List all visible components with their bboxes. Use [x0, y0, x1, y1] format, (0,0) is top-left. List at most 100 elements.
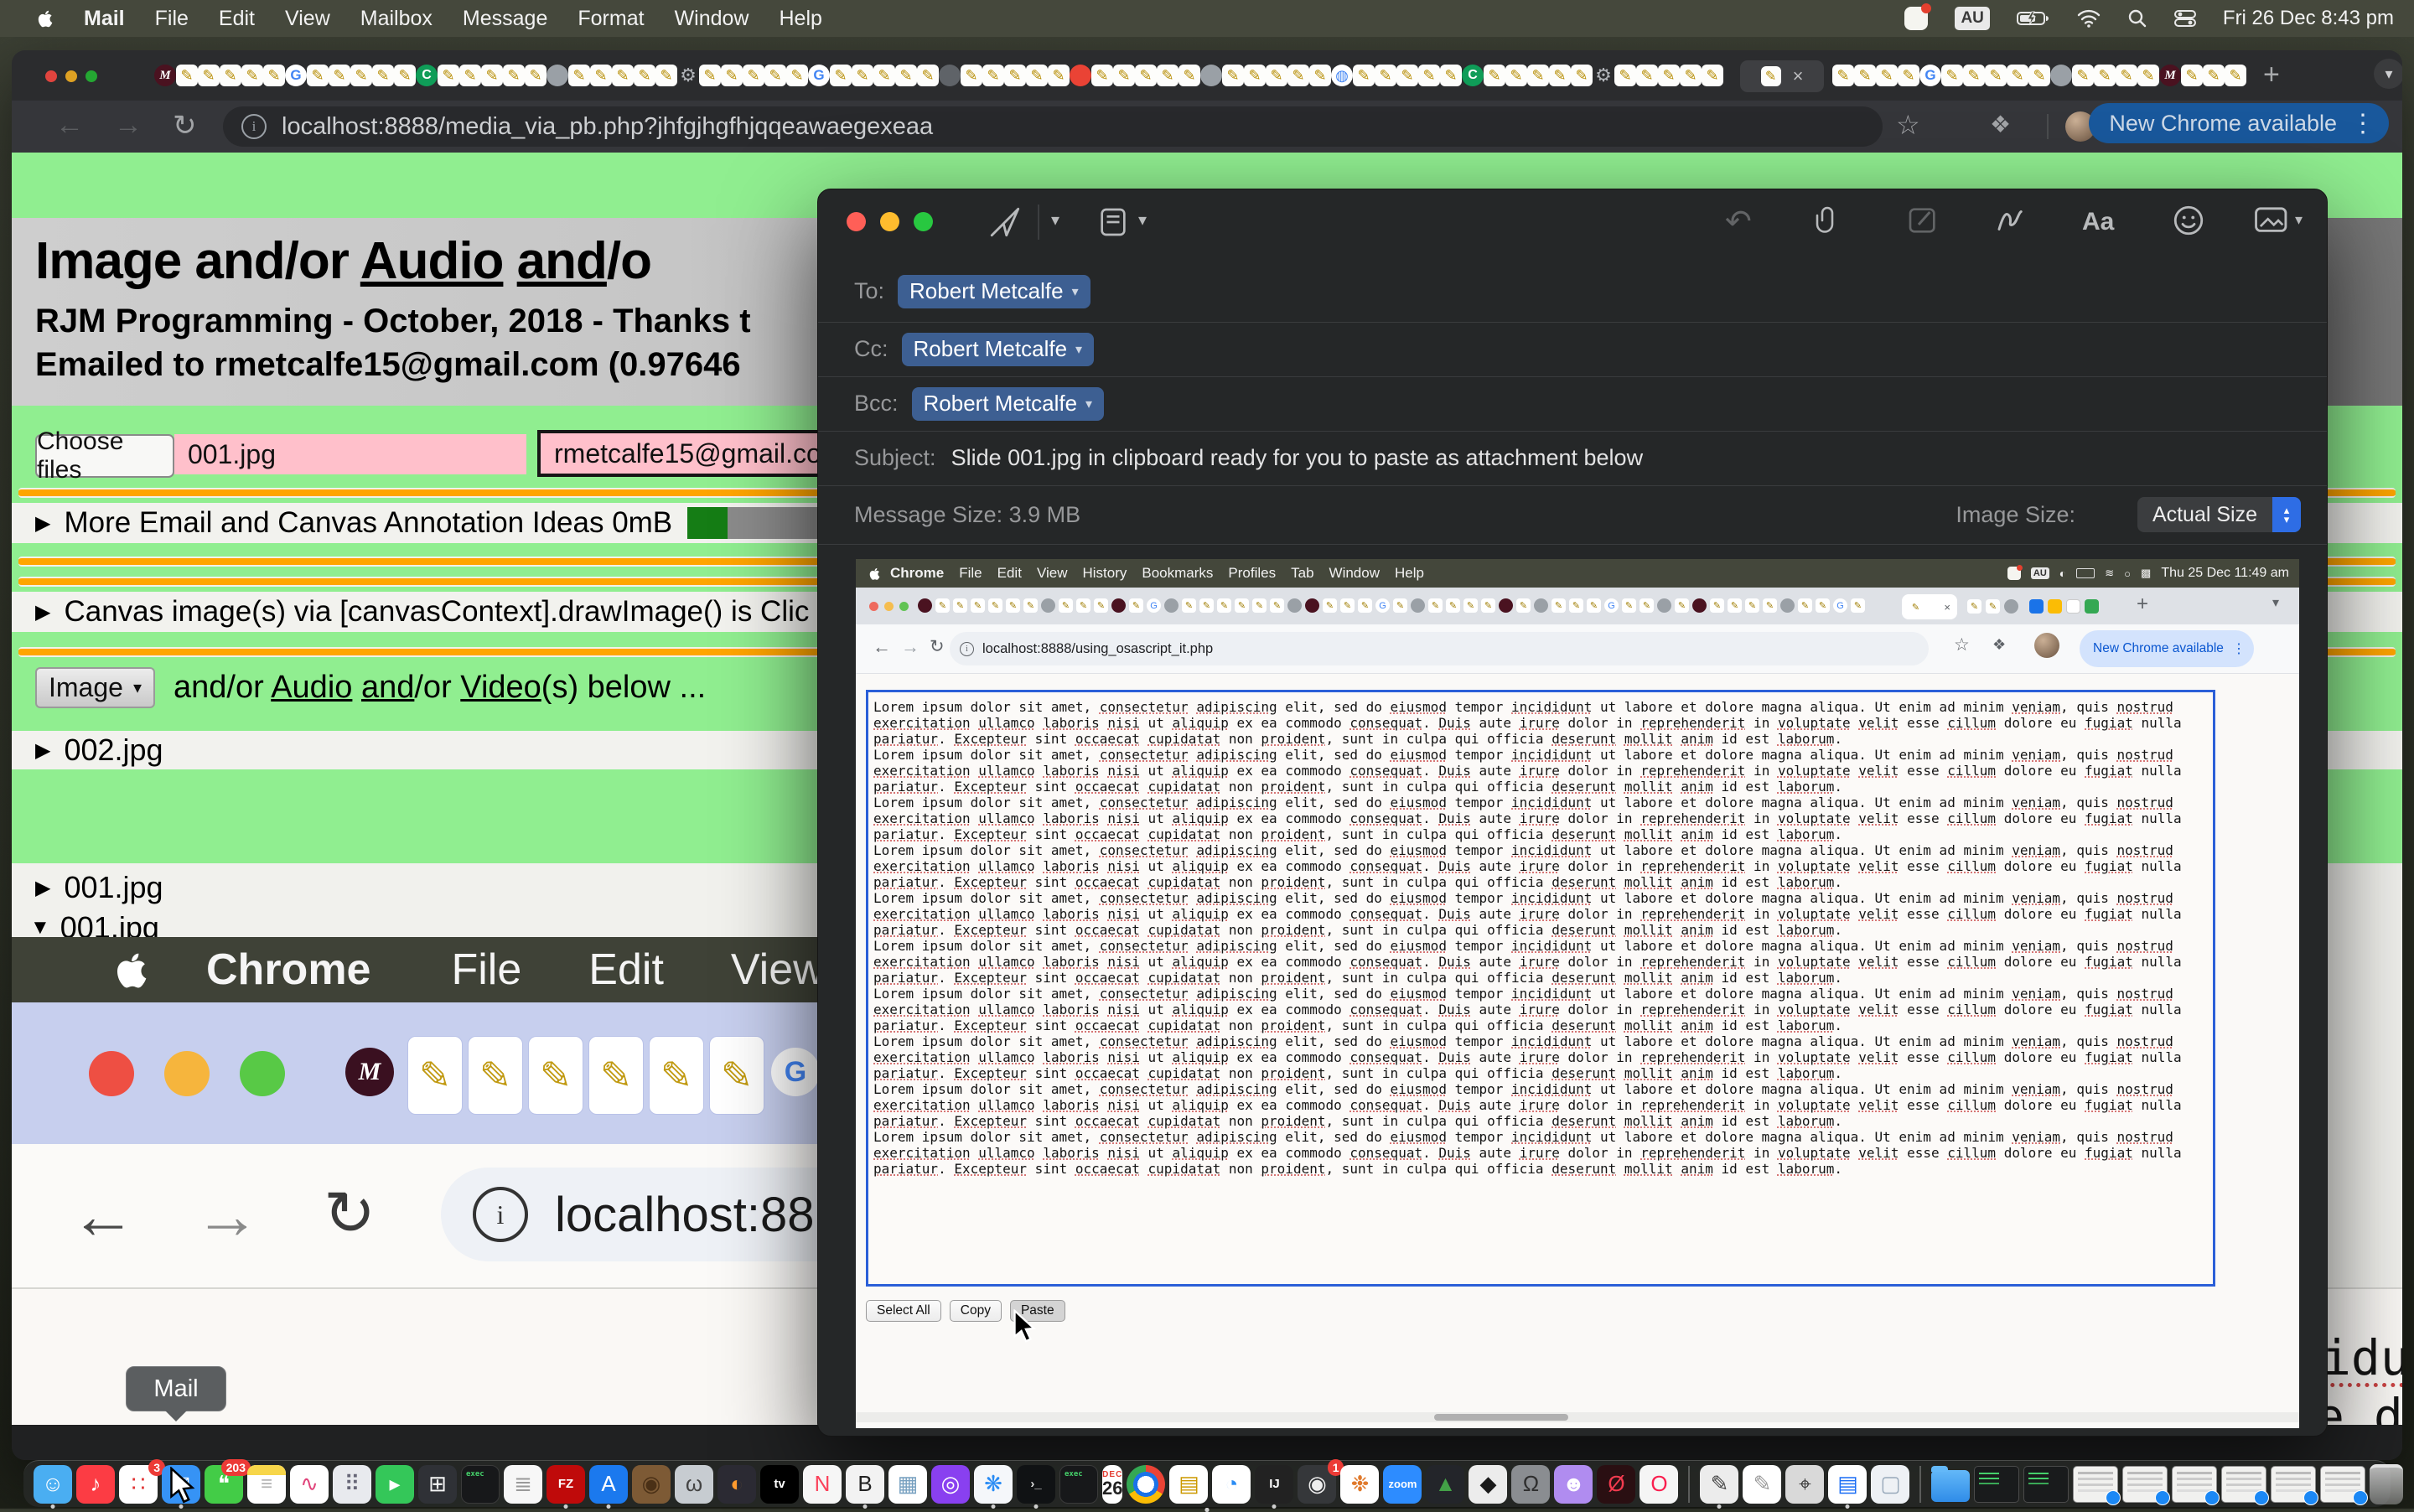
dock-icon-notes[interactable]: ≡	[247, 1465, 286, 1504]
email-input[interactable]: rmetcalfe15@gmail.com	[537, 430, 827, 477]
menu-item-file[interactable]: File	[959, 565, 982, 582]
tab-favicon[interactable]: ✎	[2203, 65, 2225, 86]
tab-favicon[interactable]: ✎	[350, 65, 372, 86]
dock-icon-music[interactable]: ♪	[76, 1465, 115, 1504]
tab-favicon[interactable]: ✎	[1135, 65, 1157, 86]
dock-icon-terminal[interactable]: exec	[461, 1465, 500, 1504]
photo-browser-icon[interactable]	[2253, 203, 2292, 238]
tab-favicon[interactable]	[939, 65, 961, 86]
menu-item-message[interactable]: Message	[463, 7, 547, 31]
minimize-window-button[interactable]	[65, 70, 77, 82]
dock-icon-pages-doc[interactable]: ▤	[1169, 1465, 1208, 1504]
tab-favicon[interactable]: ✎	[1484, 65, 1505, 86]
tab-favicon[interactable]: G	[808, 65, 830, 86]
emoji-icon[interactable]	[2171, 203, 2206, 238]
dock-icon-bbedit[interactable]: B	[846, 1465, 884, 1504]
attach-icon[interactable]	[1812, 201, 1842, 240]
control-center-icon[interactable]	[2174, 9, 2196, 28]
dock-icon-pixelmator[interactable]: ❉	[1340, 1465, 1379, 1504]
active-tab[interactable]: ✎ ×	[1740, 60, 1824, 92]
tab-favicon[interactable]: ✎	[786, 65, 808, 86]
dock-icon-notes-tool[interactable]: ✎	[1743, 1465, 1781, 1504]
tab-favicon[interactable]: ✎	[1396, 65, 1418, 86]
update-chrome-button[interactable]: New Chrome available ⋮	[2089, 103, 2389, 143]
tab-favicon[interactable]: ✎	[764, 65, 786, 86]
dock-icon-safari[interactable]: ❋	[974, 1465, 1013, 1504]
tab-favicon[interactable]: ✎	[394, 65, 416, 86]
disclosure-triangle-icon[interactable]: ▶	[35, 600, 50, 624]
tab-favicon[interactable]: ✎	[1505, 65, 1527, 86]
copy-button[interactable]: Copy	[950, 1300, 1002, 1322]
tab-favicon[interactable]: G	[285, 65, 307, 86]
tab-favicon[interactable]: ✎	[2137, 65, 2159, 86]
tab-favicon[interactable]: ✎	[1702, 65, 1723, 86]
dock-icon-chrome[interactable]	[1127, 1465, 1165, 1504]
audio-link[interactable]: Audio	[271, 670, 352, 705]
tab-favicon[interactable]: ⚙	[677, 65, 699, 86]
clock[interactable]: Fri 26 Dec 8:43 pm	[2223, 7, 2394, 30]
tab-favicon[interactable]: ✎	[1941, 65, 1963, 86]
tab-favicon[interactable]: C	[1462, 65, 1484, 86]
dock-icon-pencil-tool[interactable]: ✎	[1700, 1465, 1738, 1504]
dock-icon-preview[interactable]: ▦	[888, 1465, 927, 1504]
tab-favicon[interactable]: ✎	[1179, 65, 1200, 86]
dock-icon-minimized-window[interactable]	[2320, 1466, 2365, 1503]
tab-favicon[interactable]: ✎	[590, 65, 612, 86]
dock-icon-textedit[interactable]: ≣	[504, 1465, 542, 1504]
dock-icon-minimized-window[interactable]	[2221, 1466, 2266, 1503]
scrollbar-track[interactable]	[856, 1412, 2299, 1422]
bookmark-star-icon[interactable]: ☆	[1896, 109, 1920, 141]
menu-item-profiles[interactable]: Profiles	[1228, 565, 1276, 582]
tab-favicon[interactable]: ✎	[1048, 65, 1070, 86]
tab-favicon[interactable]: ✎	[961, 65, 982, 86]
menu-item-help[interactable]: Help	[1395, 565, 1424, 582]
address-bar[interactable]: i localhost:8888/media_via_pb.php?jhfgjh…	[223, 106, 1883, 147]
dock-icon-intellij[interactable]: IJ	[1255, 1465, 1293, 1504]
dock-icon-face-app[interactable]: ☻	[1554, 1465, 1593, 1504]
screenshot-textarea[interactable]: Lorem ipsum dolor sit amet, consectetur …	[866, 690, 2215, 1287]
send-options-chevron-icon[interactable]: ▾	[1051, 210, 1059, 230]
tab-favicon[interactable]: ✎	[2225, 65, 2246, 86]
header-fields-icon[interactable]	[1096, 205, 1130, 240]
tab-search-chevron-icon[interactable]: ▾	[2374, 59, 2402, 89]
search-icon[interactable]	[2127, 8, 2147, 28]
video-link[interactable]: Video	[460, 670, 541, 705]
dock-icon-app-store[interactable]: A	[589, 1465, 628, 1504]
tab-favicon[interactable]: ✎	[1440, 65, 1462, 86]
menu-item-file[interactable]: File	[155, 7, 189, 31]
bcc-field[interactable]: Bcc: Robert Metcalfe▾	[818, 376, 2327, 432]
tab-favicon[interactable]: ✎	[982, 65, 1004, 86]
dock-icon-finder[interactable]: ☺	[34, 1465, 72, 1504]
dock-icon-screen-record[interactable]: ◉1	[1298, 1465, 1336, 1504]
menu-item-bookmarks[interactable]: Bookmarks	[1142, 565, 1213, 582]
tab-favicon[interactable]: ✎	[2007, 65, 2028, 86]
dock-icon-firefox[interactable]: ◐	[717, 1465, 756, 1504]
tab-favicon[interactable]: ✎	[1004, 65, 1026, 86]
tab-favicon[interactable]: ✎	[721, 65, 743, 86]
scribble-icon[interactable]	[1993, 201, 2028, 240]
browser-tabs-right[interactable]: ✎✎✎✎G✎✎✎✎✎✎✎✎✎M✎✎✎	[1832, 65, 2248, 86]
cc-field[interactable]: Cc: Robert Metcalfe▾	[818, 322, 2327, 377]
dock-icon-facetime[interactable]: ▸	[376, 1465, 414, 1504]
tab-favicon[interactable]: ✎	[655, 65, 677, 86]
tab-favicon[interactable]: ✎	[198, 65, 220, 86]
dock-icon-minimized-window[interactable]	[2122, 1466, 2168, 1503]
close-tab-icon[interactable]: ×	[1793, 65, 1804, 87]
minimize-window-button[interactable]	[880, 212, 899, 231]
tab-favicon[interactable]: ✎	[1832, 65, 1854, 86]
menu-item-window[interactable]: Window	[675, 7, 749, 31]
dock-icon-iterm[interactable]: ›_	[1017, 1465, 1055, 1504]
menu-item-window[interactable]: Window	[1329, 565, 1380, 582]
notification-app-icon[interactable]	[1904, 7, 1928, 30]
tab-favicon[interactable]: ✎	[1571, 65, 1593, 86]
dock-icon-terminal-2[interactable]: exec	[1059, 1465, 1098, 1504]
tab-favicon[interactable]: ✎	[2181, 65, 2203, 86]
dock-icon-podcasts[interactable]: ◎	[931, 1465, 970, 1504]
menu-item-view[interactable]: View	[285, 7, 330, 31]
tab-favicon[interactable]: ✎	[852, 65, 873, 86]
image-size-select[interactable]: Actual Size ▴▾	[2137, 497, 2301, 532]
tab-favicon[interactable]: ✎	[241, 65, 263, 86]
markup-icon[interactable]	[1906, 203, 1940, 238]
stepper-icon[interactable]: ▴▾	[2272, 497, 2301, 532]
menu-item-format[interactable]: Format	[578, 7, 644, 31]
